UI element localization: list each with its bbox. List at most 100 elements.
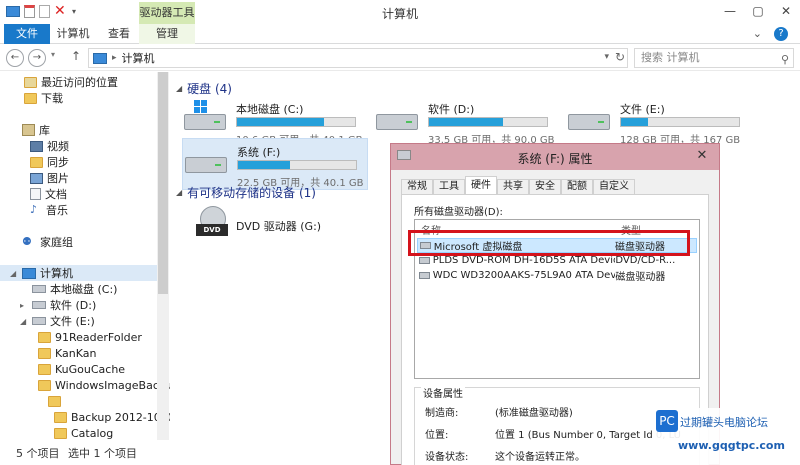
navigation-pane: 最近访问的位置 下载 库 视频 同步 图片 文档 ♪ 音乐 ⚉ 家庭组 ◢ 计算机 本… [0, 72, 179, 441]
disk-icon [419, 257, 430, 264]
dialog-title: 系统 (F:) 属性 [517, 152, 593, 166]
nav-item-sync[interactable]: 同步 [30, 154, 69, 170]
forward-button[interactable]: → [28, 49, 46, 67]
hard-disks-header[interactable]: ◢ 硬盘 (4) [176, 80, 232, 97]
refresh-icon[interactable]: ↻ [615, 50, 625, 64]
dvd-drive-tile[interactable]: DVD DVD 驱动器 (G:) [182, 204, 352, 256]
nav-label: 软件 (D:) [50, 299, 97, 312]
nav-label: 音乐 [46, 204, 68, 217]
address-input[interactable]: ▸ 计算机 ▾ ↻ [88, 48, 628, 68]
collapse-icon[interactable]: ◢ [176, 188, 182, 197]
nav-item-folder[interactable] [48, 393, 65, 409]
collapse-icon[interactable]: ◢ [20, 317, 28, 326]
drive-usage-fill [621, 118, 649, 126]
nav-item-computer[interactable]: ◢ 计算机 [0, 265, 157, 281]
drive-icon [32, 301, 46, 309]
tab-customize[interactable]: 自定义 [593, 179, 635, 195]
folder-icon [38, 331, 51, 343]
back-button[interactable]: ← [6, 49, 24, 67]
tab-computer[interactable]: 计算机 [56, 24, 90, 44]
expand-icon[interactable]: ▸ [20, 301, 28, 310]
folder-icon [54, 427, 67, 439]
address-dropdown-icon[interactable]: ▾ [604, 52, 609, 62]
nav-item-folder[interactable]: 91ReaderFolder [38, 329, 142, 345]
selection-count: 选中 1 个项目 [68, 447, 137, 460]
tab-general[interactable]: 常规 [401, 179, 433, 195]
prop-manufacturer-value: (标准磁盘驱动器) [495, 408, 573, 419]
folder-icon [38, 379, 51, 391]
watermark-title: 过期罐头电脑论坛 [680, 416, 768, 429]
nav-scrollbar[interactable] [157, 72, 169, 440]
nav-item-videos[interactable]: 视频 [30, 138, 69, 154]
nav-item-recent[interactable]: 最近访问的位置 [24, 74, 118, 90]
folder-icon [48, 395, 61, 407]
drive-usage-bar [236, 117, 356, 127]
nav-label: KuGouCache [55, 362, 126, 376]
tab-view[interactable]: 查看 [104, 24, 134, 44]
minimize-button[interactable]: — [716, 0, 744, 22]
windows-drive-icon [184, 100, 226, 132]
drive-name: 软件 (D:) [428, 103, 475, 116]
folder-icon [38, 363, 51, 375]
nav-item-downloads[interactable]: 下载 [24, 90, 63, 106]
help-icon[interactable]: ? [774, 27, 788, 41]
picture-icon [30, 172, 43, 184]
tab-sharing[interactable]: 共享 [497, 179, 529, 195]
maximize-button[interactable]: ▢ [744, 0, 772, 22]
nav-item-drive-c[interactable]: 本地磁盘 (C:) [20, 281, 117, 297]
drive-usage-fill [429, 118, 504, 126]
group-title: 有可移动存储的设备 (1) [187, 186, 316, 200]
recent-locations-icon[interactable]: ▾ [51, 50, 55, 59]
forum-watermark: PC 过期罐头电脑论坛 www.gqgtpc.com [656, 408, 800, 465]
nav-item-folder[interactable]: KanKan [38, 345, 96, 361]
nav-item-folder[interactable]: Catalog [54, 425, 113, 441]
tab-file[interactable]: 文件 [4, 24, 50, 44]
nav-item-drive-d[interactable]: ▸ 软件 (D:) [20, 297, 96, 313]
tab-tools[interactable]: 工具 [433, 179, 465, 195]
nav-item-pictures[interactable]: 图片 [30, 170, 69, 186]
disk-drives-label: 所有磁盘驱动器(D): [414, 207, 503, 218]
expand-ribbon-icon[interactable]: ⌄ [753, 27, 762, 41]
device-row[interactable]: WDC WD3200AAKS-75L9A0 ATA Device 磁盘驱动器 [417, 268, 697, 283]
up-button[interactable]: ↑ [71, 49, 81, 63]
tab-hardware[interactable]: 硬件 [465, 176, 497, 195]
nav-item-homegroup[interactable]: ⚉ 家庭组 [22, 234, 73, 250]
dialog-titlebar[interactable]: 系统 (F:) 属性 ✕ [391, 144, 719, 170]
nav-label: Catalog [71, 426, 114, 440]
window-title: 计算机 [381, 7, 418, 21]
tab-quota[interactable]: 配额 [561, 179, 593, 195]
search-input[interactable]: 搜索 计算机 ⚲ [634, 48, 794, 68]
tab-security[interactable]: 安全 [529, 179, 561, 195]
nav-label: 下载 [41, 92, 63, 105]
ribbon-tabs: 文件 计算机 查看 管理 ⌄ ? [0, 24, 800, 44]
dvd-badge: DVD [196, 224, 228, 236]
drive-tile-d[interactable]: 软件 (D:) 33.5 GB 可用，共 90.0 GB [374, 96, 560, 148]
breadcrumb-separator-icon[interactable]: ▸ [112, 53, 117, 63]
dialog-close-button[interactable]: ✕ [689, 146, 715, 166]
collapse-icon[interactable]: ◢ [10, 269, 18, 278]
nav-item-folder[interactable]: KuGouCache [38, 361, 125, 377]
folder-icon [38, 347, 51, 359]
nav-item-libraries[interactable]: 库 [22, 122, 50, 138]
watermark-url: www.gqgtpc.com [678, 439, 785, 452]
collapse-icon[interactable]: ◢ [176, 84, 182, 93]
drive-name: DVD 驱动器 (G:) [236, 220, 322, 233]
breadcrumb[interactable]: 计算机 [122, 50, 155, 66]
drive-tile-e[interactable]: 文件 (E:) 128 GB 可用，共 167 GB [566, 96, 752, 148]
removable-devices-header[interactable]: ◢ 有可移动存储的设备 (1) [176, 184, 316, 201]
prop-status-label: 设备状态: [425, 452, 469, 463]
nav-label: 计算机 [40, 267, 73, 280]
window-titlebar: ✕ ▾ 驱动器工具 计算机 — ▢ ✕ [0, 0, 800, 24]
nav-item-music[interactable]: ♪ 音乐 [30, 202, 68, 218]
drive-tile-f[interactable]: 系统 (F:) 22.5 GB 可用，共 40.1 GB [182, 138, 368, 190]
downloads-icon [24, 92, 37, 104]
drive-icon [32, 285, 46, 293]
search-icon[interactable]: ⚲ [781, 51, 789, 69]
nav-item-documents[interactable]: 文档 [30, 186, 67, 202]
nav-label: 家庭组 [40, 236, 73, 249]
tab-manage[interactable]: 管理 [139, 24, 195, 44]
nav-scrollbar-thumb[interactable] [158, 72, 168, 294]
nav-label: 视频 [47, 140, 69, 153]
close-button[interactable]: ✕ [772, 0, 800, 22]
nav-item-drive-e[interactable]: ◢ 文件 (E:) [20, 313, 95, 329]
